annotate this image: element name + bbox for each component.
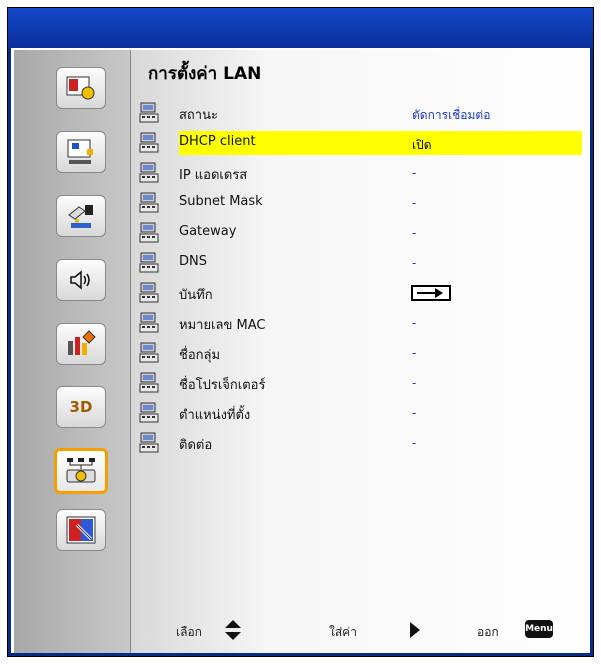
setup-icon [68,205,93,228]
lan-row-icon [139,312,159,333]
lan-row-icon [139,192,159,213]
menu-row-value: - [412,196,417,210]
menu-row-value: เปิด [412,138,432,152]
enter-hint-label: ใส่ค่า [329,625,357,639]
menu-row-value: - [412,376,417,390]
menu-row-label: DNS [179,254,207,269]
menu-row-gateway[interactable]: Gateway - [139,221,582,245]
lan-row-icon [139,132,159,153]
menu-row-label: Gateway [179,224,237,239]
title-bar [8,8,593,48]
menu-row-value: - [412,316,417,330]
menu-row-label: ติดต่อ [179,438,213,453]
osd-body: 3D การตั้งค่า LAN สถานะ ตัดการเชื่อมต่อ … [11,48,590,653]
menu-row-save[interactable]: บันทึก [139,281,582,305]
menu-row-group-name[interactable]: ชื่อกลุ่ม - [139,341,582,365]
menu-row-dns[interactable]: DNS - [139,251,582,275]
menu-row-projector-name[interactable]: ชื่อโปรเจ็กเตอร์ - [139,371,582,395]
select-hint-label: เลือก [176,625,202,639]
menu-row-label: สถานะ [179,108,218,123]
menu-row-location[interactable]: ตำแหน่งที่ตั้ง - [139,401,582,425]
menu-row-mac-address[interactable]: หมายเลข MAC - [139,311,582,335]
lan-row-icon [139,282,159,303]
sidebar-item-audio[interactable] [56,259,106,301]
menu-row-ip-address[interactable]: IP แอดเดรส - [139,161,582,185]
footer-hints: เลือก ใส่ค่า ออก Menu [131,615,590,645]
lan-row-icon [139,402,159,423]
sidebar-item-setup[interactable] [56,195,106,237]
right-triangle-icon [410,622,420,638]
options-icon [68,330,96,355]
sidebar-item-lan[interactable] [54,448,108,494]
menu-row-value: - [412,346,417,360]
lan-row-icon [139,432,159,453]
menu-row-label: บันทึก [179,288,213,303]
settings-panel: การตั้งค่า LAN สถานะ ตัดการเชื่อมต่อ DHC… [131,50,590,653]
menu-row-label: ชื่อโปรเจ็กเตอร์ [179,378,266,393]
audio-icon [70,270,90,290]
menu-row-contact[interactable]: ติดต่อ - [139,431,582,455]
page-title: การตั้งค่า LAN [148,64,262,84]
up-down-arrow-icon [225,620,241,640]
menu-row-value: - [412,256,417,270]
menu-row-value: - [412,406,417,420]
image-settings-icon [66,76,95,100]
menu-row-label: หมายเลข MAC [179,318,266,333]
lan-row-icon [139,372,159,393]
menu-row-label: ตำแหน่งที่ตั้ง [179,408,251,423]
lan-row-icon [139,342,159,363]
menu-key-icon: Menu [525,620,553,638]
interactive-icon [66,516,96,544]
menu-row-value: - [412,436,417,450]
exit-hint-label: ออก [477,625,499,639]
menu-row-value: ตัดการเชื่อมต่อ [412,108,491,122]
menu-row-label: Subnet Mask [179,194,263,209]
menu-row-label: ชื่อกลุ่ม [179,348,221,363]
menu-row-status[interactable]: สถานะ ตัดการเชื่อมต่อ [139,101,582,125]
3d-icon: 3D [69,398,93,416]
sidebar-item-3d[interactable]: 3D [56,386,106,428]
lan-icon [66,458,96,483]
lan-row-icon [139,222,159,243]
menu-row-subnet-mask[interactable]: Subnet Mask - [139,191,582,215]
menu-row-label: DHCP client [179,134,256,149]
menu-row-label: IP แอดเดรส [179,168,248,183]
right-arrow-icon [417,288,443,298]
lan-row-icon [139,252,159,273]
sidebar: 3D [14,50,131,653]
menu-row-value: - [412,226,417,240]
menu-row-dhcp[interactable]: DHCP client เปิด [139,131,582,155]
menu-row-value: - [412,166,417,180]
sidebar-item-display[interactable] [56,131,106,173]
lan-row-icon [139,162,159,183]
osd-window: 3D การตั้งค่า LAN สถานะ ตัดการเชื่อมต่อ … [7,7,594,657]
lan-row-icon [139,102,159,123]
display-icon [67,139,93,164]
enter-arrow-button[interactable] [411,285,451,301]
sidebar-item-options[interactable] [56,323,106,365]
sidebar-item-image[interactable] [56,67,106,109]
sidebar-item-interactive[interactable] [56,509,106,551]
